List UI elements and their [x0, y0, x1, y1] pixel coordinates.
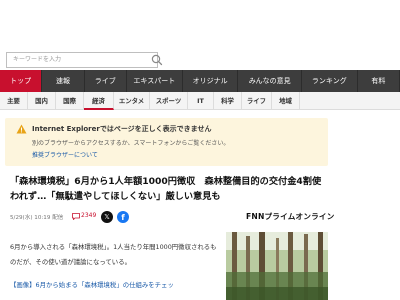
- facebook-share-icon[interactable]: f: [117, 211, 129, 223]
- nav-tab-breaking[interactable]: 速報: [42, 70, 85, 92]
- nav-tab-live[interactable]: ライブ: [85, 70, 127, 92]
- nav-tab-original[interactable]: オリジナル: [183, 70, 239, 92]
- article-headline: 「森林環境税」6月から1人年額1000円徴収 森林整備目的の交付金4割使われず……: [10, 176, 322, 202]
- warning-icon: [16, 124, 27, 134]
- notice-title: Internet Explorerではページを正しく表示できません: [32, 125, 212, 133]
- category-tab-local[interactable]: 地域: [272, 91, 300, 110]
- recommended-browsers-link[interactable]: 推奨ブラウザーについて: [32, 150, 98, 159]
- category-tab-entertainment[interactable]: エンタメ: [114, 91, 150, 110]
- nav-tab-opinions[interactable]: みんなの意見: [238, 70, 302, 92]
- nav-tab-paid[interactable]: 有料: [358, 70, 400, 92]
- category-tab-main[interactable]: 主要: [0, 91, 28, 110]
- source-logo[interactable]: FNNプライムオンライン: [246, 211, 335, 222]
- nav-tab-top[interactable]: トップ: [0, 70, 43, 92]
- nav-tab-ranking[interactable]: ランキング: [302, 70, 358, 92]
- category-tab-economy[interactable]: 経済: [84, 91, 114, 110]
- category-tab-science[interactable]: 科学: [214, 91, 242, 110]
- notice-body: 別のブラウザーからアクセスするか、スマートフォンからご覧ください。: [32, 140, 230, 147]
- comment-count[interactable]: 2349: [81, 212, 96, 219]
- search-icon[interactable]: [150, 53, 164, 67]
- category-tab-international[interactable]: 国際: [56, 91, 84, 110]
- category-tab-life[interactable]: ライフ: [242, 91, 272, 110]
- forest-photo[interactable]: [226, 232, 328, 300]
- x-share-icon[interactable]: 𝕏: [101, 211, 113, 223]
- article-body: 6月から導入される「森林環境税」。1人当たり年間1000円徴収されるものだが、そ…: [10, 243, 217, 266]
- publish-date: 5/29(水) 10:19 配信: [10, 215, 64, 221]
- category-tab-sports[interactable]: スポーツ: [150, 91, 188, 110]
- category-tab-domestic[interactable]: 国内: [28, 91, 56, 110]
- comment-icon[interactable]: [72, 213, 80, 220]
- related-image-link[interactable]: 【画像】6月から始まる「森林環境税」の仕組みをチェッ: [10, 280, 225, 289]
- category-tab-it[interactable]: IT: [188, 91, 214, 110]
- category-nav: 主要 国内 国際 経済 エンタメ スポーツ IT 科学 ライフ 地域: [0, 91, 400, 110]
- search-input[interactable]: キーワードを入力: [6, 52, 158, 68]
- nav-tab-expert[interactable]: エキスパート: [127, 70, 183, 92]
- primary-nav: トップ 速報 ライブ エキスパート オリジナル みんなの意見 ランキング 有料: [0, 70, 400, 92]
